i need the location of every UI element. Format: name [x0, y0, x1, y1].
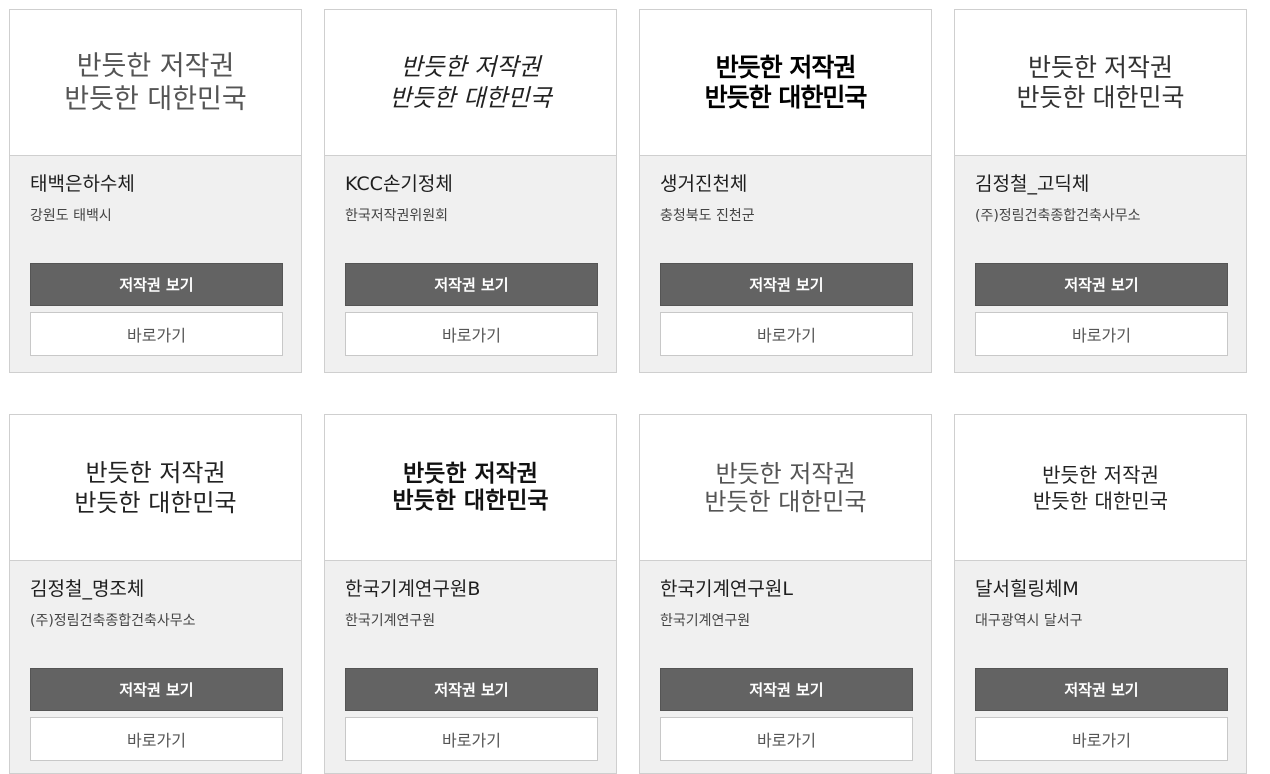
font-card: 반듯한 저작권 반듯한 대한민국 김정철_명조체 (주)정림건축종합건축사무소 … [9, 414, 302, 774]
font-card: 반듯한 저작권 반듯한 대한민국 김정철_고딕체 (주)정림건축종합건축사무소 … [954, 9, 1247, 373]
font-provider: 충청북도 진천군 [660, 208, 755, 224]
go-to-button[interactable]: 바로가기 [975, 717, 1228, 761]
font-name: 김정철_명조체 [30, 578, 145, 600]
font-card: 반듯한 저작권 반듯한 대한민국 한국기계연구원L 한국기계연구원 저작권 보기… [639, 414, 932, 774]
font-preview: 반듯한 저작권 반듯한 대한민국 [640, 415, 931, 561]
font-name: 태백은하수체 [30, 173, 135, 195]
view-copyright-button[interactable]: 저작권 보기 [660, 668, 913, 711]
font-sample-text: 반듯한 저작권 반듯한 대한민국 [704, 52, 868, 112]
font-card: 반듯한 저작권 반듯한 대한민국 달서힐링체M 대구광역시 달서구 저작권 보기… [954, 414, 1247, 774]
font-provider: 한국저작권위원회 [345, 208, 449, 224]
font-preview: 반듯한 저작권 반듯한 대한민국 [325, 10, 616, 156]
go-to-button[interactable]: 바로가기 [30, 717, 283, 761]
font-provider: 강원도 태백시 [30, 208, 112, 224]
font-provider: (주)정림건축종합건축사무소 [30, 613, 196, 629]
go-to-button[interactable]: 바로가기 [345, 312, 598, 356]
font-name: 김정철_고딕체 [975, 173, 1090, 195]
font-provider: 한국기계연구원 [345, 613, 436, 629]
go-to-button[interactable]: 바로가기 [30, 312, 283, 356]
font-name: 한국기계연구원L [660, 578, 793, 600]
font-provider: (주)정림건축종합건축사무소 [975, 208, 1141, 224]
view-copyright-button[interactable]: 저작권 보기 [975, 668, 1228, 711]
go-to-button[interactable]: 바로가기 [660, 717, 913, 761]
font-name: 한국기계연구원B [345, 578, 481, 600]
view-copyright-button[interactable]: 저작권 보기 [345, 263, 598, 306]
view-copyright-button[interactable]: 저작권 보기 [660, 263, 913, 306]
font-name: 생거진천체 [660, 173, 748, 195]
font-preview: 반듯한 저작권 반듯한 대한민국 [640, 10, 931, 156]
view-copyright-button[interactable]: 저작권 보기 [975, 263, 1228, 306]
font-provider: 대구광역시 달서구 [975, 613, 1083, 629]
font-card: 반듯한 저작권 반듯한 대한민국 한국기계연구원B 한국기계연구원 저작권 보기… [324, 414, 617, 774]
font-sample-text: 반듯한 저작권 반듯한 대한민국 [74, 458, 237, 517]
view-copyright-button[interactable]: 저작권 보기 [345, 668, 598, 711]
font-preview: 반듯한 저작권 반듯한 대한민국 [955, 415, 1246, 561]
font-sample-text: 반듯한 저작권 반듯한 대한민국 [704, 459, 867, 516]
font-sample-text: 반듯한 저작권 반듯한 대한민국 [1032, 462, 1169, 513]
view-copyright-button[interactable]: 저작권 보기 [30, 263, 283, 306]
font-sample-text: 반듯한 저작권 반듯한 대한민국 [1016, 53, 1185, 112]
font-card-grid: 반듯한 저작권 반듯한 대한민국 태백은하수체 강원도 태백시 저작권 보기 바… [0, 0, 1270, 774]
font-preview: 반듯한 저작권 반듯한 대한민국 [10, 10, 301, 156]
font-card: 반듯한 저작권 반듯한 대한민국 KCC손기정체 한국저작권위원회 저작권 보기… [324, 9, 617, 373]
font-sample-text: 반듯한 저작권 반듯한 대한민국 [64, 50, 247, 115]
font-name: 달서힐링체M [975, 578, 1079, 600]
font-sample-text: 반듯한 저작권 반듯한 대한민국 [392, 460, 549, 514]
font-card: 반듯한 저작권 반듯한 대한민국 태백은하수체 강원도 태백시 저작권 보기 바… [9, 9, 302, 373]
go-to-button[interactable]: 바로가기 [975, 312, 1228, 356]
font-provider: 한국기계연구원 [660, 613, 751, 629]
go-to-button[interactable]: 바로가기 [660, 312, 913, 356]
font-sample-text: 반듯한 저작권 반듯한 대한민국 [389, 52, 552, 112]
font-name: KCC손기정체 [345, 173, 453, 195]
font-card: 반듯한 저작권 반듯한 대한민국 생거진천체 충청북도 진천군 저작권 보기 바… [639, 9, 932, 373]
font-preview: 반듯한 저작권 반듯한 대한민국 [10, 415, 301, 561]
font-preview: 반듯한 저작권 반듯한 대한민국 [325, 415, 616, 561]
font-preview: 반듯한 저작권 반듯한 대한민국 [955, 10, 1246, 156]
go-to-button[interactable]: 바로가기 [345, 717, 598, 761]
view-copyright-button[interactable]: 저작권 보기 [30, 668, 283, 711]
